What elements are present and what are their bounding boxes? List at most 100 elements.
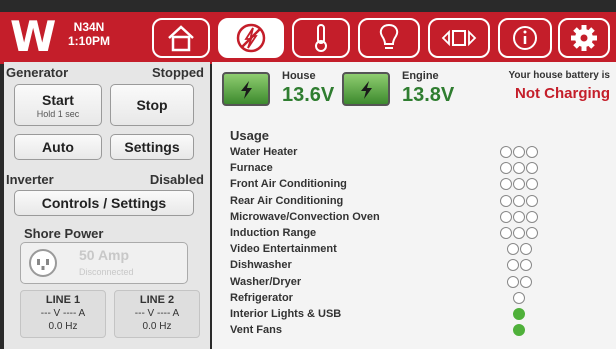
generator-start-button[interactable]: Start Hold 1 sec [14,84,102,126]
line-frequency: 0.0 Hz [142,321,172,332]
usage-dot [526,227,538,239]
usage-dot [500,210,512,223]
power-tab-button[interactable] [218,18,284,58]
right-status-panel: House 13.6V Engine 13.8V Your house batt… [212,62,616,349]
charge-status-value: Not Charging [515,85,610,102]
usage-level-indicator [500,146,538,160]
usage-label: Water Heater [230,146,298,158]
site-code: N34N [73,20,105,34]
usage-row: Water Heater [230,146,610,162]
usage-dot [500,194,512,207]
usage-level-indicator [500,227,538,241]
gear-icon [571,25,597,51]
usage-dot [506,275,519,288]
usage-dot [526,210,538,223]
usage-level-indicator [513,291,525,306]
inverter-status: Disabled [149,172,204,187]
generator-stop-button[interactable]: Stop [110,84,194,126]
usage-dot [506,259,519,272]
usage-row: Microwave/Convection Oven [230,210,610,227]
usage-dot [526,146,538,158]
plug-icon [441,29,477,47]
light-bulb-icon [379,23,399,49]
usage-level-indicator [506,259,532,273]
usage-dot [526,194,538,207]
settings-button[interactable] [558,18,610,58]
battery-icon [222,72,270,106]
left-control-panel: Generator Stopped Start Hold 1 sec Stop … [4,62,210,349]
usage-dot [513,291,525,304]
generator-label: Generator [6,65,69,80]
usage-row: Furnace [230,162,610,178]
generator-settings-button[interactable]: Settings [110,134,194,160]
usage-label: Video Entertainment [230,243,337,256]
usage-row: Front Air Conditioning [230,178,610,194]
inverter-label: Inverter [6,172,54,187]
usage-dot [506,243,519,256]
engine-battery-card: Engine 13.8V [342,70,482,112]
line-title: LINE 2 [139,294,175,306]
usage-label: Dishwasher [230,259,292,272]
usage-row: Induction Range [230,227,610,243]
usage-level-indicator [500,178,538,192]
shore-plug-icon [29,249,57,277]
climate-button[interactable] [292,18,350,58]
usage-dot [500,146,512,158]
usage-label: Washer/Dryer [230,275,302,288]
usage-label: Interior Lights & USB [230,308,342,320]
start-hint: Hold 1 sec [36,109,80,119]
usage-dot [526,178,538,191]
usage-dot [526,162,538,175]
usage-level-indicator [500,210,538,225]
line-2-readout: LINE 2 --- V ---- A 0.0 Hz [114,290,200,338]
line-1-readout: LINE 1 --- V ---- A 0.0 Hz [20,290,106,338]
usage-dot [513,162,525,175]
shore-amp-rating: 50 Amp [79,247,130,263]
usage-row: Washer/Dryer [230,275,610,292]
usage-level-indicator [506,243,532,257]
usage-dot [513,308,525,320]
line-voltage-amps: --- V ---- A [134,308,180,319]
usage-level-indicator [513,324,525,338]
clock-time: 1:10PM [68,34,111,48]
usage-dot [500,227,512,239]
info-button[interactable] [498,18,552,58]
usage-level-indicator [500,162,538,176]
usage-row: Vent Fans [230,324,610,340]
usage-label: Microwave/Convection Oven [230,210,380,223]
lighting-button[interactable] [358,18,420,58]
usage-dot [519,275,532,288]
thermometer-icon [315,24,327,52]
usage-dot [519,243,532,256]
usage-dot [519,259,532,272]
usage-dot [500,178,512,191]
no-power-icon [236,23,266,53]
usage-label: Vent Fans [230,324,282,337]
usage-level-indicator [513,308,525,322]
generator-auto-button[interactable]: Auto [14,134,102,160]
home-icon [168,25,194,52]
shore-power-status-box: 50 Amp Disconnected [20,242,188,284]
usage-level-indicator [506,275,532,290]
home-button[interactable] [152,18,210,58]
usage-row: Video Entertainment [230,243,610,259]
brand-logo: W N34N 1:10PM [8,12,148,61]
usage-label: Induction Range [230,227,317,239]
house-battery-label: House [282,70,316,82]
site-time-readout: N34N 1:10PM [68,20,110,48]
usage-label: Refrigerator [230,291,293,304]
logo-letter: W [10,12,56,61]
inverter-controls-button[interactable]: Controls / Settings [14,190,194,216]
slides-button[interactable] [428,18,490,58]
touchscreen: W N34N 1:10PM Generator Stopped Start Ho… [0,0,616,349]
usage-dot [513,324,525,337]
usage-row: Rear Air Conditioning [230,194,610,211]
line-frequency: 0.0 Hz [48,321,78,332]
usage-dot [513,227,525,239]
house-battery-voltage: 13.6V [282,84,335,106]
usage-row: Dishwasher [230,259,610,275]
usage-row: Refrigerator [230,291,610,308]
usage-label: Rear Air Conditioning [230,194,344,207]
shore-power-label: Shore Power [24,226,104,241]
info-icon [513,26,537,50]
